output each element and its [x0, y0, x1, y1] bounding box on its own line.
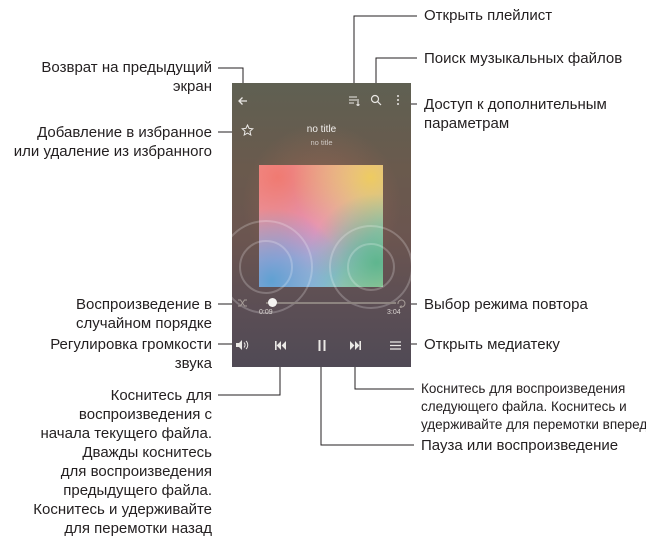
callout-back: Возврат на предыдущий экран [41, 59, 212, 95]
callout-previous: Коснитесь для воспроизведения с начала т… [33, 387, 212, 537]
time-total: 3:04 [387, 309, 401, 316]
time-elapsed: 0:09 [259, 309, 273, 316]
callout-library: Открыть медиатеку [424, 336, 560, 353]
skip-previous-icon[interactable] [274, 340, 287, 351]
pause-icon[interactable] [316, 339, 328, 352]
seek-bar[interactable] [266, 302, 396, 304]
callout-next: Коснитесь для воспроизведения следующего… [421, 381, 646, 432]
callout-favorite: Добавление в избранное или удаление из и… [13, 124, 212, 160]
volume-icon[interactable] [235, 339, 249, 351]
callout-search: Поиск музыкальных файлов [424, 50, 623, 67]
callout-volume: Регулировка громкости звука [50, 336, 212, 372]
library-menu-icon[interactable] [388, 340, 402, 351]
callout-playlist: Открыть плейлист [424, 7, 553, 24]
art-ring [239, 240, 293, 294]
playlist-icon[interactable] [347, 94, 361, 107]
shuffle-icon[interactable] [236, 298, 248, 308]
song-title: no title [306, 124, 337, 135]
song-artist: no title [310, 138, 333, 147]
callout-more: Доступ к дополнительным параметрам [424, 96, 607, 132]
callout-pause: Пауза или воспроизведение [421, 437, 619, 454]
more-vertical-icon[interactable] [393, 94, 403, 106]
album-art [232, 165, 411, 314]
callout-shuffle: Воспроизведение в случайном порядке [76, 296, 212, 332]
search-icon[interactable] [369, 94, 383, 106]
repeat-icon[interactable] [395, 298, 407, 309]
arrow-left-icon[interactable] [236, 95, 250, 107]
skip-next-icon[interactable] [349, 340, 362, 351]
callout-repeat: Выбор режима повтора [424, 296, 588, 313]
music-player-screen: no title no title 0:09 3:04 [232, 83, 411, 367]
art-ring [347, 243, 395, 291]
seek-handle[interactable] [268, 298, 277, 307]
